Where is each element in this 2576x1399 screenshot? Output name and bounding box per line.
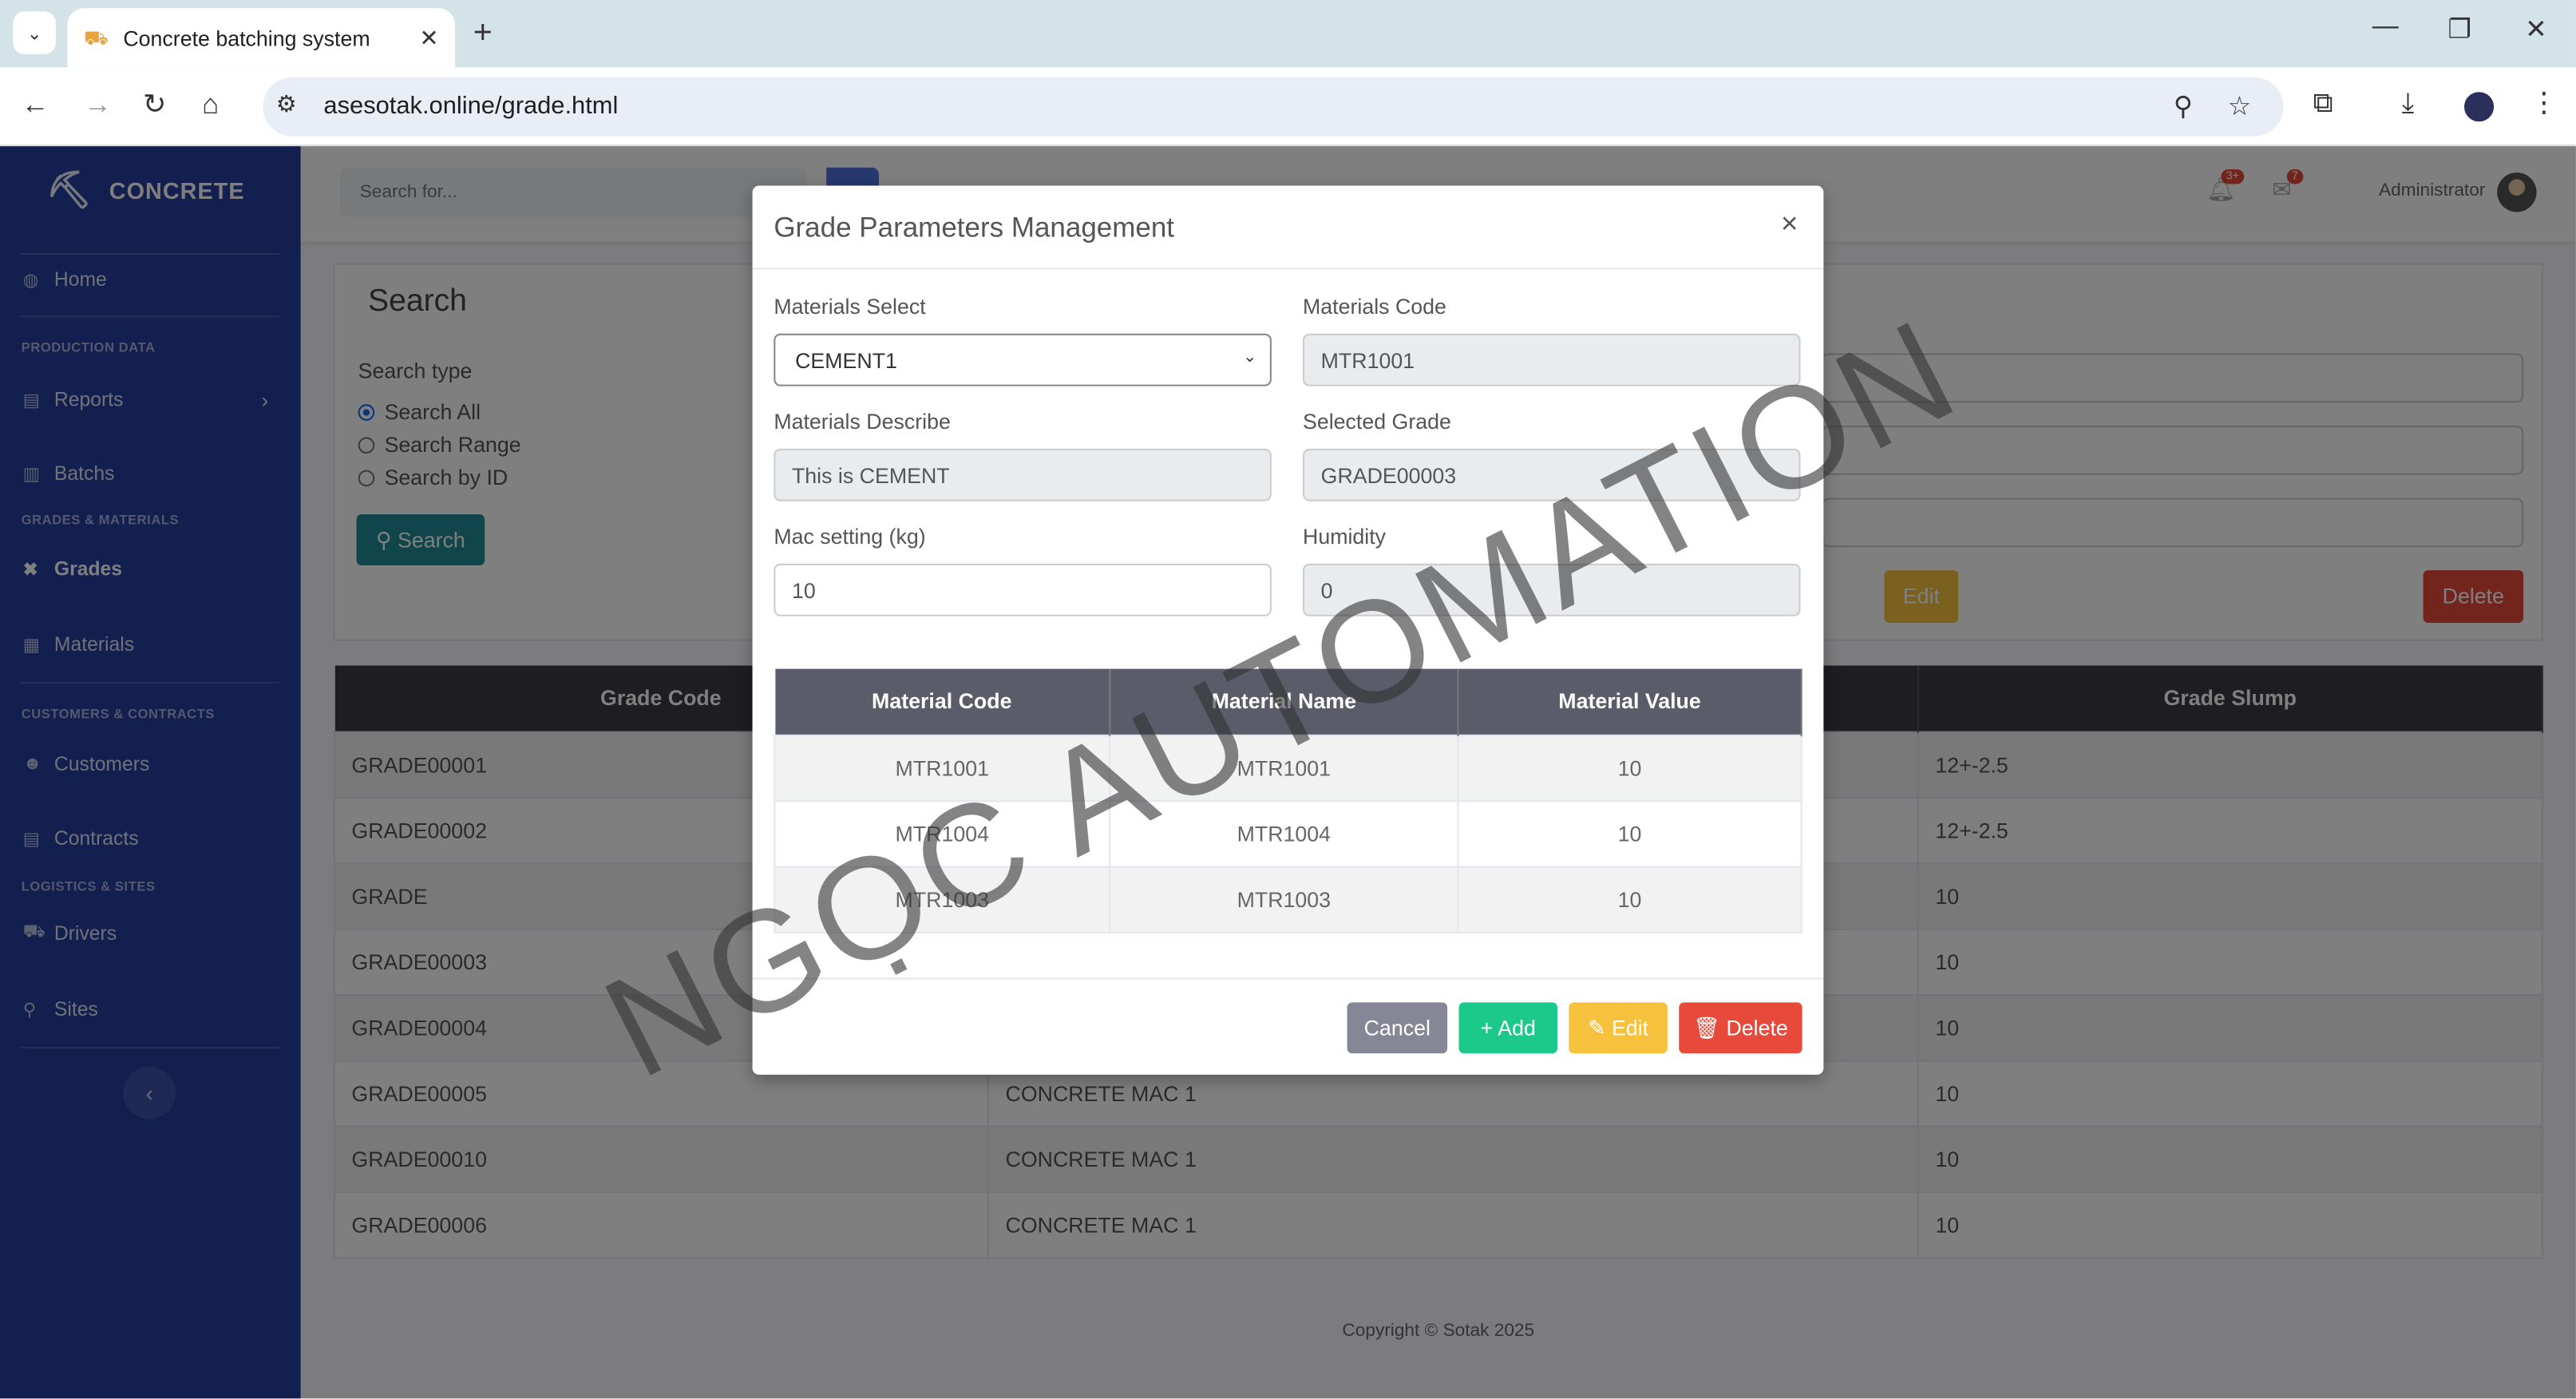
materials-describe-field[interactable]: This is CEMENT [774,448,1272,501]
trash-icon: 🗑︎ [1693,1015,1727,1040]
back-icon[interactable]: ← [22,89,49,121]
url-text[interactable]: asesotak.online/grade.html [323,92,618,120]
favicon-icon: ⛟ [83,26,109,50]
tab-search-button[interactable]: ⌄ [13,11,56,54]
materials-describe-label: Materials Describe [774,409,951,434]
browser-tab[interactable]: ⛟ Concrete batching system ✕ [67,8,456,68]
cancel-button[interactable]: Cancel [1347,1002,1448,1054]
column-header[interactable]: Material Value [1458,668,1802,735]
new-tab-icon[interactable]: + [473,15,493,51]
minimize-icon[interactable]: — [2372,13,2399,42]
materials-code-label: Materials Code [1302,294,1446,319]
selected-grade-label: Selected Grade [1302,409,1451,434]
modal-header: Grade Parameters Management × [752,186,1824,270]
extensions-icon[interactable]: ⧉ [2313,87,2333,120]
zoom-icon[interactable]: ⚲ [2174,90,2193,123]
materials-select-label: Materials Select [774,294,926,319]
profile-avatar[interactable] [2460,89,2498,125]
bookmark-star-icon[interactable]: ☆ [2228,90,2252,123]
forward-icon[interactable]: → [84,89,112,121]
add-button[interactable]: + Add [1458,1002,1557,1054]
restore-icon[interactable]: ❐ [2447,13,2471,46]
mac-setting-field[interactable]: 10 [774,563,1272,616]
close-icon[interactable]: × [1781,207,1798,241]
close-window-icon[interactable]: ✕ [2525,13,2547,46]
download-icon[interactable]: ⤓ [2402,87,2414,120]
humidity-label: Humidity [1302,524,1387,549]
browser-toolbar: ← → ↻ ⌂ ⚙ asesotak.online/grade.html ⚲ ☆… [0,67,2576,147]
chevron-down-icon: ⌄ [1243,348,1257,367]
plus-icon: + [1480,1015,1498,1040]
tab-title: Concrete batching system [123,25,370,50]
menu-kebab-icon[interactable]: ⋮ [2530,87,2558,120]
edit-button[interactable]: ✎ Edit [1569,1002,1668,1054]
materials-select[interactable]: CEMENT1 ⌄ [774,333,1272,386]
edit-icon: ✎ [1588,1015,1612,1040]
close-tab-icon[interactable]: ✕ [419,24,438,52]
mac-setting-label: Mac setting (kg) [774,524,926,549]
address-bar[interactable]: ⚙ asesotak.online/grade.html ⚲ ☆ [263,77,2284,137]
site-info-icon[interactable]: ⚙ [276,90,297,118]
delete-button[interactable]: 🗑︎ Delete [1679,1002,1802,1054]
modal-title: Grade Parameters Management [774,212,1175,244]
browser-tab-bar: ⌄ ⛟ Concrete batching system ✕ + — ❐ ✕ [0,0,2576,68]
home-icon[interactable]: ⌂ [202,89,219,121]
reload-icon[interactable]: ↻ [143,89,166,121]
